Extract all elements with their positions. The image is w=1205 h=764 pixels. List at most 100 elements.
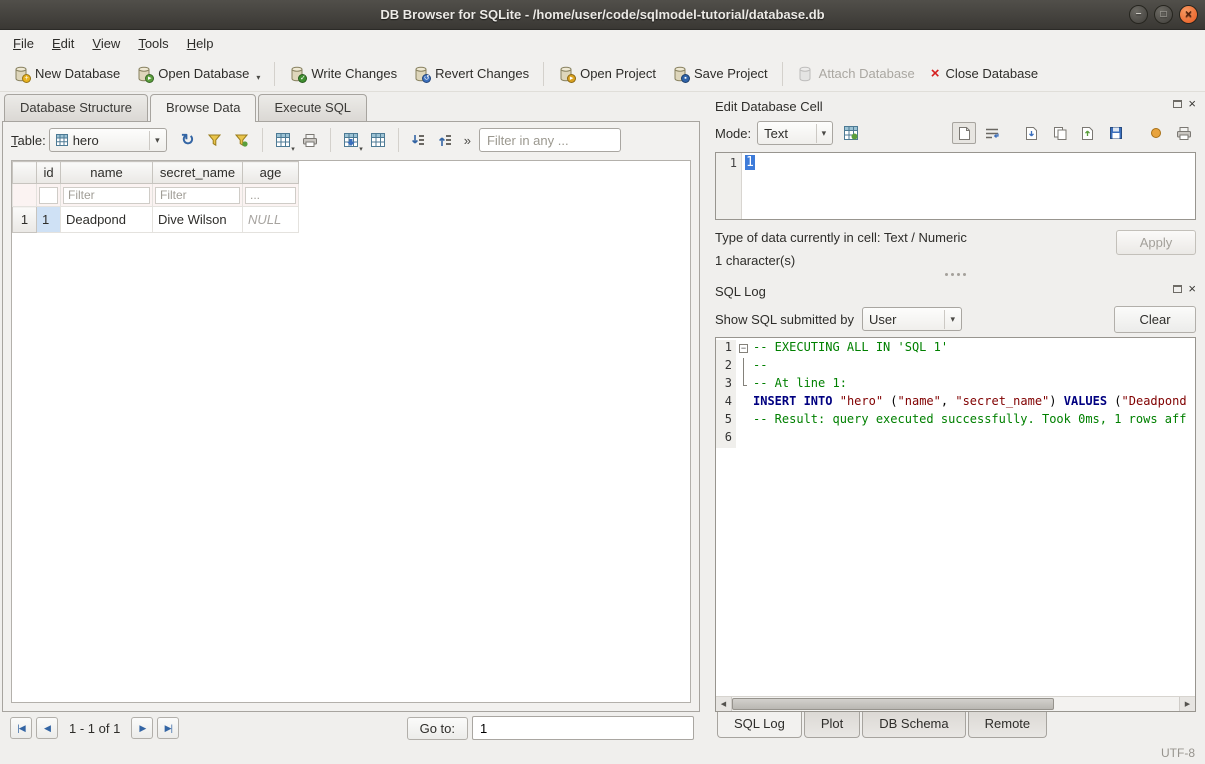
tab-browse-data[interactable]: Browse Data [150,94,256,122]
dock-tab-remote[interactable]: Remote [968,712,1048,738]
next-page-button[interactable]: ▶ [131,717,153,739]
open-database-button[interactable]: ▸ Open Database ▾ [129,61,267,87]
sort-asc-icon [412,134,425,147]
filter-any-input[interactable] [479,128,621,152]
app-window: DB Browser for SQLite - /home/user/code/… [0,0,1205,764]
maximize-button[interactable]: □ [1154,5,1173,24]
attach-database-icon [797,66,813,82]
filter-input-age[interactable] [245,187,296,204]
open-project-button[interactable]: ▸ Open Project [551,61,663,87]
close-dock-icon[interactable]: × [1188,284,1196,294]
insert-record-button[interactable]: ▾ [271,128,295,152]
text-view-button[interactable] [952,122,976,144]
filter-input-id[interactable] [39,187,58,204]
mode-combobox[interactable]: Text ▾ [757,121,833,145]
dock-tab-plot[interactable]: Plot [804,712,860,738]
column-header-id[interactable]: id [37,162,61,184]
goto-button[interactable]: Go to: [407,717,468,740]
sql-log-lines: 1−-- EXECUTING ALL IN 'SQL 1'2--3-- At l… [716,338,1195,696]
menu-edit[interactable]: Edit [43,30,83,56]
cell-secret-name[interactable]: Dive Wilson [153,207,243,233]
import-file-button[interactable] [1020,122,1044,144]
dock-splitter-handle[interactable] [715,268,1196,281]
cell-age[interactable]: NULL [243,207,299,233]
menu-help[interactable]: Help [178,30,223,56]
cell-editor-content[interactable]: 1 [742,153,1195,219]
submitted-by-combobox[interactable]: User ▾ [862,307,962,331]
save-project-button[interactable]: ▪ Save Project [665,61,775,87]
scroll-left-icon[interactable]: ◀ [716,697,732,711]
fold-collapse-icon[interactable]: − [739,344,748,353]
sql-line-text [751,430,753,448]
sql-log-editor[interactable]: 1−-- EXECUTING ALL IN 'SQL 1'2--3-- At l… [715,337,1196,712]
filter-input-name[interactable] [63,187,150,204]
set-null-icon [1150,127,1162,139]
open-database-dropdown-icon[interactable]: ▾ [256,73,260,82]
sql-log-line: 3-- At line 1: [716,376,1195,394]
cell-name[interactable]: Deadpond [61,207,153,233]
dock-tab-db-schema[interactable]: DB Schema [862,712,965,738]
save-filter-button[interactable] [230,128,254,152]
menu-view[interactable]: View [83,30,129,56]
print-button[interactable] [298,128,322,152]
sort-asc-button[interactable] [407,128,431,152]
table-combobox[interactable]: hero ▾ [49,128,167,152]
print-icon [303,134,317,147]
refresh-icon: ↻ [181,130,194,150]
tab-database-structure[interactable]: Database Structure [4,94,148,121]
float-dock-icon[interactable] [1173,100,1182,108]
grid-corner[interactable] [13,162,37,184]
minimize-button[interactable]: − [1129,5,1148,24]
dock-tab-sql-log[interactable]: SQL Log [717,712,802,738]
print-cell-button[interactable] [1172,122,1196,144]
close-database-button[interactable]: × Close Database [924,61,1045,86]
column-header-secret-name[interactable]: secret_name [153,162,243,184]
write-changes-button[interactable]: ✓ Write Changes [282,61,404,87]
revert-changes-button[interactable]: ↺ Revert Changes [406,61,536,87]
fold-margin [736,412,751,430]
scrollbar-track[interactable] [732,697,1179,711]
menu-tools[interactable]: Tools [129,30,177,56]
horizontal-scrollbar[interactable]: ◀ ▶ [716,696,1195,711]
copy-button[interactable] [1048,122,1072,144]
toolbar-overflow-chevron[interactable]: » [461,133,474,148]
save-as-button[interactable] [1104,122,1128,144]
export-file-button[interactable] [1076,122,1100,144]
clear-button[interactable]: Clear [1114,306,1196,333]
toolbar-separator [398,128,399,152]
word-wrap-button[interactable] [980,122,1004,144]
sort-desc-button[interactable] [434,128,458,152]
delete-record-button[interactable] [366,128,390,152]
column-header-name[interactable]: name [61,162,153,184]
filter-input-secret-name[interactable] [155,187,240,204]
import-data-button[interactable] [839,122,863,144]
sql-line-number: 3 [716,376,736,394]
column-header-age[interactable]: age [243,162,299,184]
scroll-right-icon[interactable]: ▶ [1179,697,1195,711]
last-page-button[interactable]: ▶| [157,717,179,739]
text-view-icon [959,127,970,140]
close-dock-icon[interactable]: × [1188,99,1196,109]
chevron-down-icon: ▾ [359,145,363,153]
new-database-button[interactable]: + New Database [6,61,127,87]
set-null-button[interactable] [1144,122,1168,144]
apply-button[interactable]: Apply [1116,230,1196,255]
float-dock-icon[interactable] [1173,285,1182,293]
prev-page-button[interactable]: ◀ [36,717,58,739]
close-button[interactable]: × [1179,5,1198,24]
clear-filters-button[interactable] [203,128,227,152]
menu-file[interactable]: File [4,30,43,56]
first-page-button[interactable]: |◀ [10,717,32,739]
fold-margin[interactable]: − [736,340,751,358]
row-number[interactable]: 1 [13,207,37,233]
attach-database-button[interactable]: Attach Database [790,61,922,87]
cell-id[interactable]: 1 [37,207,61,233]
scrollbar-thumb[interactable] [732,698,1054,710]
cell-editor[interactable]: 1 1 [715,152,1196,220]
cell-editor-gutter: 1 [716,153,742,219]
tab-execute-sql[interactable]: Execute SQL [258,94,367,121]
goto-input[interactable] [472,716,694,740]
export-record-button[interactable]: ▾ [339,128,363,152]
refresh-button[interactable]: ↻ [176,128,200,152]
browse-toolbar: Table: hero ▾ ↻ [3,122,699,158]
